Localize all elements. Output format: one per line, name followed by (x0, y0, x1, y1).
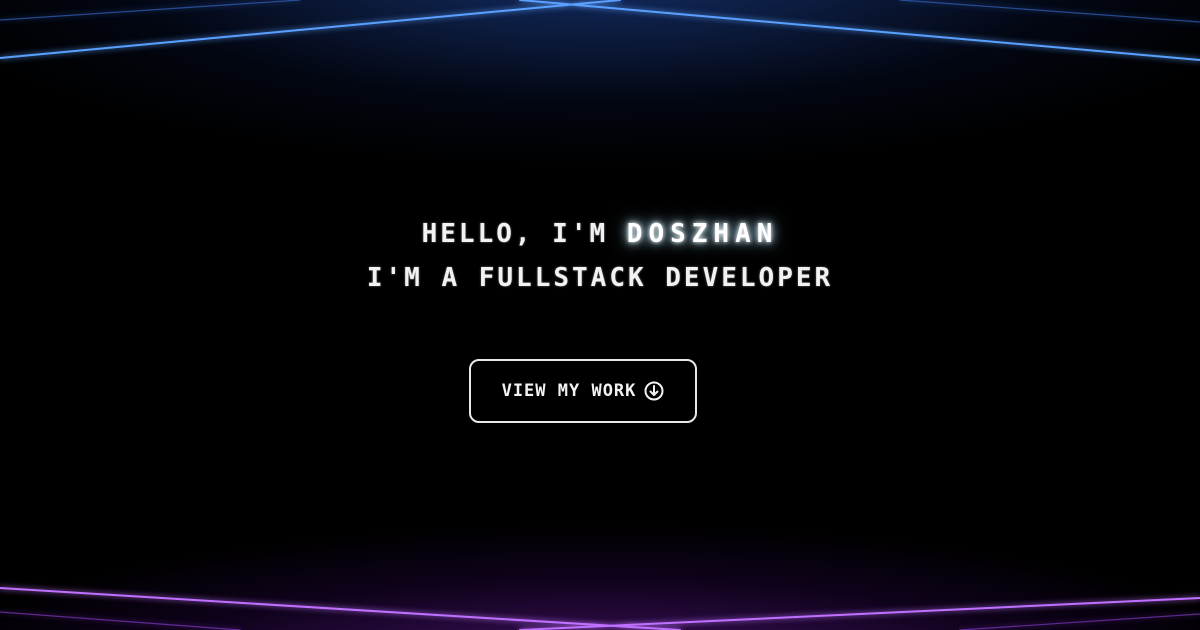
greeting-line: Hello, i'm doszhan (0, 212, 1200, 256)
subtitle: i'm a fullstack developer (366, 263, 834, 293)
hero-text: Hello, i'm doszhan i'm a fullstack devel… (0, 212, 1200, 300)
top-beam-right (519, 0, 1200, 61)
arrow-down-circle-icon (644, 381, 664, 401)
hero-section: Hello, i'm doszhan i'm a fullstack devel… (0, 0, 1200, 630)
top-beam-faint-left (0, 0, 301, 21)
view-my-work-button[interactable]: View my work (469, 359, 697, 423)
top-beam-faint-right (899, 0, 1200, 23)
view-my-work-label: View my work (501, 381, 637, 401)
bottom-beam-faint-right (959, 613, 1200, 630)
bottom-beam-right (519, 597, 1200, 630)
bottom-beam-faint-left (0, 611, 241, 630)
developer-name: doszhan (626, 219, 779, 249)
bottom-beam-left (0, 587, 681, 630)
greeting-prefix: Hello, i'm (421, 219, 627, 249)
top-beam-left (0, 0, 621, 59)
neon-beams-background (0, 0, 1200, 630)
